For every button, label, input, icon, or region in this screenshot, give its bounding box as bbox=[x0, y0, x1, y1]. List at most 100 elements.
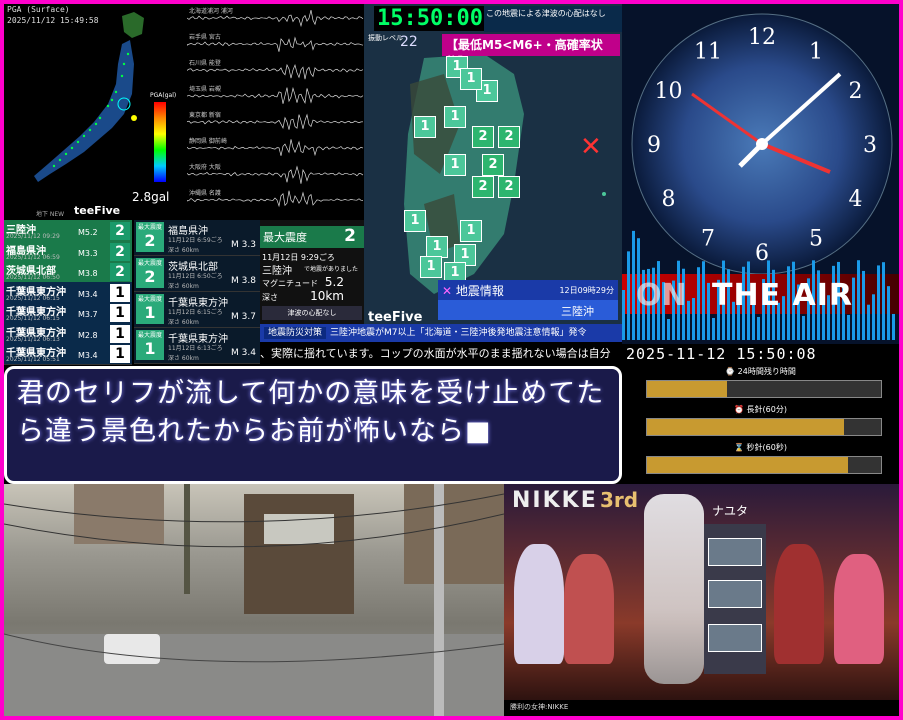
timer-progress-fill bbox=[647, 381, 727, 397]
quake-list-row[interactable]: 三陸沖 2025/11/12 09:29 M5.2 2 bbox=[4, 220, 132, 242]
station-label: 岩手県 宮古 bbox=[189, 32, 221, 41]
alert-tag: 地震防災対策 bbox=[264, 327, 326, 339]
station-label: 静岡県 御前崎 bbox=[189, 136, 227, 145]
depth-label: 深さ bbox=[262, 292, 278, 303]
quake-list-row[interactable]: 茨城県北部 2025/11/12 06:50 M3.8 2 bbox=[4, 261, 132, 283]
eq-bar bbox=[862, 271, 865, 340]
quake-card[interactable]: 最大震度 1 千葉県東方沖 11月12日 6:15ごろ 深さ 60km M 3.7 bbox=[134, 292, 260, 328]
timer-panel: 2025-11-12 15:50:08 ⌚ 24時間残り時間 ⏰ 長針(60分) ⌛… bbox=[622, 344, 899, 484]
gallery-thumb[interactable] bbox=[708, 624, 762, 652]
quake-card[interactable]: 最大震度 2 福島県沖 11月12日 6:59ごろ 深さ 60km M 3.3 bbox=[134, 220, 260, 256]
card-date: 11月12日 6:50ごろ bbox=[168, 271, 223, 280]
waveform-trace bbox=[187, 65, 363, 79]
eq-bar bbox=[887, 286, 890, 340]
card-scale: 最大震度 1 bbox=[136, 330, 164, 360]
quake-info-region: 三陸沖 bbox=[438, 300, 618, 320]
news-ticker: 、実際に揺れています。コップの水面が水平のまま揺れない場合は自分 bbox=[260, 344, 622, 364]
quake-list-row[interactable]: 千葉県東方沖 2025/11/12 06:15 M3.4 1 bbox=[4, 282, 132, 304]
lyric-line-1: 君のセリフが流して何かの意味を受け止めてた bbox=[17, 375, 609, 413]
current-datetime: 2025-11-12 15:50:08 bbox=[626, 345, 817, 363]
eq-bar bbox=[847, 315, 850, 340]
intensity-box: 1 bbox=[404, 210, 426, 232]
clock-numeral: 11 bbox=[694, 39, 722, 64]
quake-scale: 1 bbox=[110, 284, 130, 302]
brand-logo: teeFive bbox=[74, 204, 120, 217]
card-date: 11月12日 6:59ごろ bbox=[168, 235, 223, 244]
quake-info-title: ✕ 地震情報 12日09時29分 bbox=[438, 280, 618, 300]
quake-time: 2025/11/12 06:15 bbox=[6, 295, 60, 302]
analog-clock-panel: 12 1 2 3 4 5 6 7 8 9 10 11 ON THE AIR bbox=[622, 4, 899, 344]
alert-info-bar: 地震防災対策 三陸沖地震がM7以上「北海道・三陸沖後発地震注意情報」発令 bbox=[260, 324, 622, 342]
eq-bar bbox=[892, 314, 895, 340]
on-air-label: THE AIR bbox=[712, 278, 853, 313]
eq-bar bbox=[667, 319, 670, 340]
station-label: 埼玉県 岩槻 bbox=[189, 84, 221, 93]
clock-numeral: 9 bbox=[647, 133, 661, 158]
card-depth: 深さ 60km bbox=[168, 353, 199, 362]
quake-scale: 1 bbox=[110, 325, 130, 343]
quake-time: 2025/11/12 06:15 bbox=[6, 315, 60, 322]
eq-bar bbox=[867, 305, 870, 340]
info-region: 三陸沖 bbox=[262, 262, 292, 277]
card-scale-label: 最大震度 bbox=[138, 224, 162, 231]
max-intensity-value: 2 bbox=[344, 226, 356, 246]
anniversary-badge: 3rd bbox=[600, 488, 638, 512]
gallery-thumb[interactable] bbox=[708, 538, 762, 566]
card-date: 11月12日 6:15ごろ bbox=[168, 307, 223, 316]
quake-scale: 1 bbox=[110, 345, 130, 363]
quake-cards: 最大震度 2 福島県沖 11月12日 6:59ごろ 深さ 60km M 3.3 最大震度 2 茨… bbox=[134, 220, 260, 364]
lyric-box: 君のセリフが流して何かの意味を受け止めてた ら違う景色れたからお前が怖いなら■ bbox=[4, 366, 622, 484]
card-depth: 深さ 60km bbox=[168, 245, 199, 254]
card-scale: 最大震度 2 bbox=[136, 258, 164, 288]
current-time: 15:50:00 bbox=[374, 6, 486, 31]
eq-bar bbox=[712, 318, 715, 340]
eq-bar bbox=[622, 290, 625, 340]
quake-card[interactable]: 最大震度 2 茨城県北部 11月12日 6:50ごろ 深さ 60km M 3.8 bbox=[134, 256, 260, 292]
card-depth: 深さ 60km bbox=[168, 281, 199, 290]
screen-frame: PGA (Surface) 2025/11/12 15:49:58 PGA(ga… bbox=[4, 4, 899, 716]
eq-bar bbox=[757, 317, 760, 340]
intensity-map-panel: 15:50:00 この地震による津波の心配はなし 振動レベル 22 【最低M5<… bbox=[364, 4, 622, 330]
timer-progress-bar bbox=[646, 418, 882, 436]
clock-numeral: 3 bbox=[863, 133, 877, 158]
quake-card[interactable]: 最大震度 1 千葉県東方沖 11月12日 6:13ごろ 深さ 60km M 3.4 bbox=[134, 328, 260, 364]
magnitude-value: 5.2 bbox=[325, 275, 344, 289]
magnitude-label: マグニチュード bbox=[262, 278, 318, 289]
intensity-box: 1 bbox=[444, 106, 466, 128]
tsunami-note-text: この地震による津波の心配はなし bbox=[486, 9, 606, 18]
quake-list-row[interactable]: 福島県沖 2025/11/12 06:59 M3.3 2 bbox=[4, 241, 132, 263]
quake-list-row[interactable]: 千葉県東方沖 2025/11/12 06:13 M2.8 1 bbox=[4, 323, 132, 345]
pga-color-scale bbox=[154, 102, 166, 182]
eq-bar bbox=[627, 251, 630, 340]
card-magnitude: M 3.4 bbox=[231, 348, 256, 358]
quake-list-row[interactable]: 千葉県東方沖 2025/11/12 05:51 M3.4 1 bbox=[4, 343, 132, 365]
intensity-box: 2 bbox=[498, 176, 520, 198]
gallery-thumb[interactable] bbox=[708, 580, 762, 608]
level-label: 振動レベル bbox=[368, 34, 403, 42]
eq-bar bbox=[872, 294, 875, 340]
quake-magnitude: M5.2 bbox=[78, 228, 98, 237]
clock-numeral: 4 bbox=[849, 187, 863, 212]
eq-bar bbox=[877, 265, 880, 340]
quake-list-row[interactable]: 千葉県東方沖 2025/11/12 06:15 M3.7 1 bbox=[4, 302, 132, 324]
card-magnitude: M 3.8 bbox=[231, 276, 256, 286]
latest-quake-info: 最大震度 2 11月12日 9:29ごろ 三陸沖 で地震がありました マグニチュー… bbox=[260, 220, 364, 324]
quake-scale: 1 bbox=[110, 304, 130, 322]
intensity-box: 1 bbox=[414, 116, 436, 138]
brand-logo: teeFive bbox=[368, 310, 422, 325]
timer-progress-bar bbox=[646, 380, 882, 398]
pga-scale-label: PGA(gal) bbox=[150, 92, 176, 99]
level-value: 22 bbox=[400, 34, 418, 50]
timer-label: ⌛ 秒針(60秒) bbox=[622, 442, 899, 453]
brand-sub: 地下 NEW bbox=[36, 209, 64, 218]
eq-bar bbox=[802, 316, 805, 340]
timer-progress-fill bbox=[647, 457, 848, 473]
game-footer: 勝利の女神:NIKKE bbox=[504, 700, 899, 716]
on-air-prefix: ON bbox=[636, 278, 687, 313]
card-magnitude: M 3.7 bbox=[231, 312, 256, 322]
quake-scale: 2 bbox=[110, 222, 130, 240]
character bbox=[514, 544, 564, 664]
quake-magnitude: M3.8 bbox=[78, 269, 98, 278]
tsunami-note: この地震による津波の心配はなし bbox=[484, 6, 622, 32]
quake-magnitude: M3.4 bbox=[78, 351, 98, 360]
